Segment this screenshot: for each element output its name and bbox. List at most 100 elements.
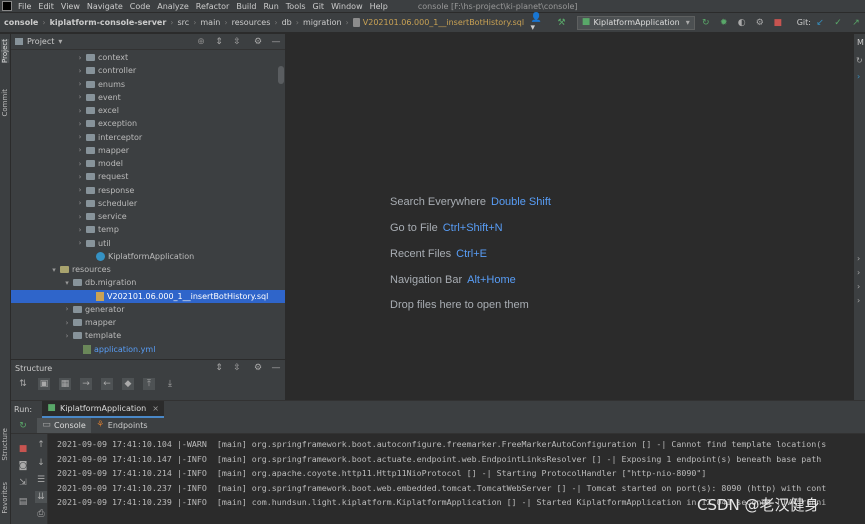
hammer-build-icon[interactable]: ⚒ bbox=[556, 17, 568, 29]
tree-item[interactable]: › temp bbox=[11, 223, 285, 236]
menu-navigate[interactable]: Navigate bbox=[87, 2, 123, 11]
chevron-down-icon[interactable]: ▾ bbox=[50, 266, 58, 274]
menu-analyze[interactable]: Analyze bbox=[157, 2, 189, 11]
tree-item[interactable]: ▾ resources bbox=[11, 263, 285, 276]
breadcrumb-main[interactable]: main bbox=[200, 18, 220, 27]
gear-icon[interactable]: ⚙ bbox=[252, 362, 264, 374]
stop-icon[interactable]: ■ bbox=[772, 17, 784, 29]
navigate-back-icon[interactable]: ← bbox=[101, 378, 113, 390]
tree-item[interactable]: › model bbox=[11, 157, 285, 170]
coverage-icon[interactable]: ◐ bbox=[736, 17, 748, 29]
camera-icon[interactable]: ◙ bbox=[17, 460, 29, 472]
tree-item[interactable]: › interceptor bbox=[11, 131, 285, 144]
collapse-all-icon[interactable]: ⇳ bbox=[231, 362, 243, 374]
menu-tools[interactable]: Tools bbox=[286, 2, 306, 11]
tree-item[interactable]: › generator bbox=[11, 303, 285, 316]
chevron-right-icon[interactable]: › bbox=[76, 226, 84, 234]
tree-scrollbar[interactable] bbox=[278, 66, 284, 84]
chevron-right-icon[interactable]: › bbox=[857, 296, 860, 305]
debug-bug-icon[interactable]: ✹ bbox=[718, 17, 730, 29]
tree-item[interactable]: › context bbox=[11, 51, 285, 64]
menu-build[interactable]: Build bbox=[236, 2, 256, 11]
breadcrumb-file[interactable]: V202101.06.000_1__insertBotHistory.sql bbox=[352, 18, 524, 27]
tree-item[interactable]: › util bbox=[11, 237, 285, 250]
tab-console[interactable]: ▭ Console bbox=[37, 418, 91, 433]
editor-area[interactable]: Search Everywhere Double Shift Go to File… bbox=[285, 34, 853, 400]
chevron-down-icon[interactable]: ▾ bbox=[63, 279, 71, 287]
breadcrumb-migration[interactable]: migration bbox=[303, 18, 342, 27]
maven-tool-tab[interactable]: M bbox=[857, 38, 864, 47]
arrow-down-icon[interactable]: ↓ bbox=[35, 457, 47, 469]
menu-help[interactable]: Help bbox=[370, 2, 388, 11]
show-fields-icon[interactable]: ▣ bbox=[38, 378, 50, 390]
menu-refactor[interactable]: Refactor bbox=[196, 2, 230, 11]
profiler-icon[interactable]: ⚙ bbox=[754, 17, 766, 29]
minimize-icon[interactable]: — bbox=[270, 36, 282, 48]
tree-item[interactable]: › mapper bbox=[11, 144, 285, 157]
tree-item[interactable]: › template bbox=[11, 329, 285, 342]
chevron-right-icon[interactable]: › bbox=[76, 160, 84, 168]
autoscroll-from-source-icon[interactable]: ⤓ bbox=[164, 378, 176, 390]
git-update-icon[interactable]: ↙ bbox=[814, 17, 826, 29]
chevron-right-icon[interactable]: › bbox=[857, 254, 860, 263]
layout-icon[interactable]: ▤ bbox=[17, 496, 29, 508]
chevron-down-icon[interactable]: ▾ bbox=[58, 37, 62, 46]
stop-icon[interactable]: ■ bbox=[17, 443, 29, 455]
tree-item[interactable]: › mapper bbox=[11, 316, 285, 329]
diamond-icon[interactable]: ◆ bbox=[122, 378, 134, 390]
chevron-right-icon[interactable]: › bbox=[76, 107, 84, 115]
expand-all-icon[interactable]: ⇕ bbox=[213, 362, 225, 374]
navigate-forward-icon[interactable]: → bbox=[80, 378, 92, 390]
project-panel-title[interactable]: Project bbox=[27, 37, 54, 46]
chevron-right-icon[interactable]: › bbox=[857, 282, 860, 291]
tree-item[interactable]: › service bbox=[11, 210, 285, 223]
commit-tool-tab[interactable]: Commit bbox=[1, 89, 9, 117]
menu-code[interactable]: Code bbox=[130, 2, 150, 11]
chevron-right-icon[interactable]: › bbox=[857, 72, 860, 81]
tab-endpoints[interactable]: ⚘ Endpoints bbox=[96, 421, 147, 431]
chevron-right-icon[interactable]: › bbox=[76, 67, 84, 75]
close-icon[interactable]: × bbox=[152, 404, 159, 413]
project-tool-tab[interactable]: Project bbox=[1, 39, 9, 63]
user-icon[interactable]: 👤▾ bbox=[531, 13, 543, 33]
tree-item[interactable]: › scheduler bbox=[11, 197, 285, 210]
tree-item[interactable]: › enums bbox=[11, 78, 285, 91]
gear-icon[interactable]: ⚙ bbox=[252, 36, 264, 48]
print-icon[interactable]: ⎙ bbox=[35, 508, 47, 520]
soft-wrap-icon[interactable]: ☰ bbox=[35, 474, 47, 486]
rerun-icon[interactable]: ↻ bbox=[17, 420, 29, 432]
git-push-icon[interactable]: ↗ bbox=[850, 17, 862, 29]
favorites-tool-tab[interactable]: Favorites bbox=[1, 482, 9, 514]
chevron-right-icon[interactable]: › bbox=[76, 54, 84, 62]
sort-icon[interactable]: ⇅ bbox=[17, 378, 29, 390]
tree-item[interactable]: › excel bbox=[11, 104, 285, 117]
chevron-right-icon[interactable]: › bbox=[63, 319, 71, 327]
run-config-selector[interactable]: ■ KiplatformApplication ▾ bbox=[576, 15, 695, 30]
structure-tool-tab[interactable]: Structure bbox=[1, 428, 9, 461]
refresh-icon[interactable]: ↻ bbox=[856, 56, 863, 65]
menu-file[interactable]: File bbox=[18, 2, 31, 11]
chevron-right-icon[interactable]: › bbox=[76, 213, 84, 221]
breadcrumb-resources[interactable]: resources bbox=[232, 18, 271, 27]
exit-icon[interactable]: ⇲ bbox=[17, 477, 29, 489]
tree-item[interactable]: › event bbox=[11, 91, 285, 104]
tree-item[interactable]: › controller bbox=[11, 64, 285, 77]
autoscroll-to-source-icon[interactable]: ⤒ bbox=[143, 378, 155, 390]
chevron-right-icon[interactable]: › bbox=[76, 133, 84, 141]
chevron-right-icon[interactable]: › bbox=[857, 268, 860, 277]
menu-git[interactable]: Git bbox=[313, 2, 325, 11]
breadcrumb-db[interactable]: db bbox=[282, 18, 292, 27]
tree-item[interactable]: › request bbox=[11, 170, 285, 183]
collapse-all-icon[interactable]: ⇳ bbox=[231, 36, 243, 48]
chevron-right-icon[interactable]: › bbox=[76, 146, 84, 154]
tree-item[interactable]: V202101.06.000_1__insertBotHistory.sql bbox=[11, 289, 285, 303]
breadcrumb-module[interactable]: kiplatform-console-server bbox=[50, 18, 167, 27]
chevron-right-icon[interactable]: › bbox=[76, 120, 84, 128]
chevron-right-icon[interactable]: › bbox=[76, 173, 84, 181]
expand-all-icon[interactable]: ⇕ bbox=[213, 36, 225, 48]
chevron-right-icon[interactable]: › bbox=[76, 239, 84, 247]
chevron-right-icon[interactable]: › bbox=[63, 305, 71, 313]
arrow-up-icon[interactable]: ↑ bbox=[35, 439, 47, 451]
chevron-right-icon[interactable]: › bbox=[76, 199, 84, 207]
locate-icon[interactable]: ⊕ bbox=[195, 36, 207, 48]
